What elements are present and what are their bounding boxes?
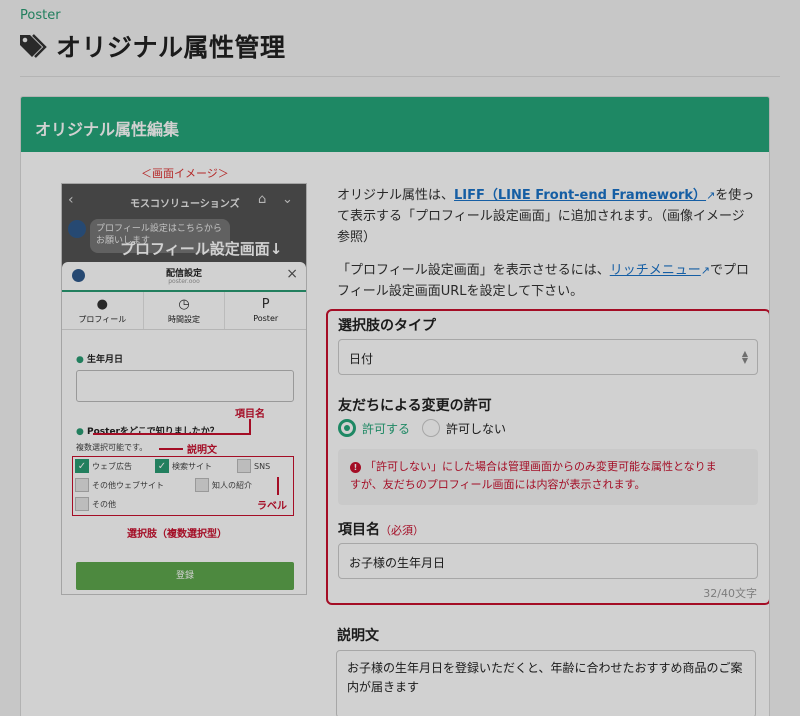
- intro-text: オリジナル属性は、: [337, 188, 455, 203]
- question-label-text: Posterをどこで知りましたか？: [87, 427, 219, 437]
- option-label: 検索サイト: [172, 461, 212, 471]
- notice-text: すが、友だちのプロフィール画面には内容が表示されます。: [350, 478, 646, 491]
- option-item: 知人の紹介: [195, 478, 252, 492]
- back-icon: ‹: [68, 192, 74, 208]
- checkbox-icon: [237, 459, 251, 473]
- annotation-item-name: 項目名: [235, 409, 265, 420]
- intro-text: 「プロフィール設定画面」を表示させるには、: [337, 263, 610, 278]
- preview-tabs: ● プロフィール ◷ 時間設定 P Poster: [62, 292, 306, 330]
- option-label: SNS: [254, 461, 271, 471]
- select-arrows-icon: ▲ ▼: [741, 349, 748, 365]
- birthday-label: ● 生年月日: [76, 355, 124, 365]
- external-link-icon: ↗: [700, 264, 710, 277]
- poster-logo-icon: P: [261, 297, 270, 312]
- option-label: 知人の紹介: [212, 480, 252, 490]
- annotation-line: [159, 448, 183, 450]
- radio-deny-label[interactable]: 許可しない: [446, 420, 506, 437]
- tab-poster: P Poster: [225, 292, 306, 329]
- item-name-label: 項目名（必須）: [338, 519, 424, 539]
- permission-label: 友だちによる変更の許可: [338, 398, 492, 414]
- permission-notice: ! 「許可しない」にした場合は管理画面からのみ変更可能な属性となりま すが、友だち…: [338, 449, 758, 505]
- clock-icon: ◷: [178, 297, 190, 312]
- overlay-caption: プロフィール設定画面↓: [120, 240, 283, 258]
- annotation-label: ラベル: [257, 501, 287, 512]
- tab-label: Poster: [253, 314, 279, 323]
- option-item: その他: [75, 497, 116, 511]
- radio-allow-label[interactable]: 許可する: [362, 420, 410, 437]
- chevron-down-icon: ⌄: [282, 192, 293, 207]
- option-item: ✓ ウェブ広告: [75, 459, 132, 473]
- chat-title: モスコソリューションズ: [130, 199, 240, 210]
- checkbox-icon: [75, 478, 89, 492]
- tab-profile: ● プロフィール: [62, 292, 144, 329]
- close-icon: ×: [286, 266, 298, 282]
- intro-paragraph: オリジナル属性は、LIFF（LINE Front-end Framework）↗…: [337, 185, 757, 248]
- tag-icon: [20, 34, 47, 58]
- option-label: ウェブ広告: [92, 461, 132, 471]
- checkbox-icon: [195, 478, 209, 492]
- radio-deny[interactable]: [422, 419, 441, 437]
- birthday-label-text: 生年月日: [87, 355, 124, 365]
- app-label: Poster: [20, 8, 61, 23]
- annotation-line: [93, 433, 251, 435]
- intro-paragraph-2: 「プロフィール設定画面」を表示させるには、リッチメニュー↗でプロフィール設定画面…: [337, 260, 757, 302]
- description-label: 説明文: [337, 628, 379, 644]
- option-item: SNS: [237, 459, 270, 473]
- phone-chat-area: ‹ モスコソリューションズ ⌂ ⌄ プロフィール設定はこちらから お願いします …: [62, 184, 306, 272]
- option-label: その他ウェブサイト: [92, 480, 164, 490]
- card-header: オリジナル属性編集: [21, 97, 769, 152]
- tab-label: プロフィール: [78, 315, 127, 324]
- required-marker: （必須）: [380, 524, 424, 537]
- birthday-input: [76, 370, 294, 402]
- person-icon: ●: [96, 297, 108, 312]
- preview-register-button: 登録: [76, 562, 294, 590]
- option-item: その他ウェブサイト: [75, 478, 164, 492]
- annotation-line: [249, 419, 251, 434]
- option-item: ✓ 検索サイト: [155, 459, 212, 473]
- choice-type-value: 日付: [349, 352, 374, 366]
- annotation-choices: 選択肢（複数選択型）: [127, 529, 227, 540]
- external-link-icon: ↗: [706, 189, 716, 202]
- alert-icon: !: [350, 462, 361, 473]
- choice-type-label: 選択肢のタイプ: [338, 318, 436, 334]
- liff-link[interactable]: LIFF（LINE Front-end Framework）: [454, 188, 706, 203]
- edit-card: オリジナル属性編集 ＜画面イメージ＞ ‹ モスコソリューションズ ⌂ ⌄ プロフ…: [20, 96, 770, 716]
- page-title: オリジナル属性管理: [56, 33, 286, 62]
- item-name-label-text: 項目名: [338, 522, 380, 538]
- checkbox-checked-icon: ✓: [155, 459, 169, 473]
- char-counter: 32/40文字: [703, 587, 757, 600]
- sheet-subtitle: poster.ooo: [168, 278, 200, 285]
- choice-type-select[interactable]: 日付 ▲ ▼: [338, 339, 758, 375]
- question-label: ● Posterをどこで知りましたか？: [76, 427, 219, 437]
- checkbox-icon: [75, 497, 89, 511]
- item-name-input[interactable]: お子様の生年月日: [338, 543, 758, 579]
- tab-label: 時間設定: [168, 315, 200, 324]
- sheet-header: 配信設定 poster.ooo ×: [62, 262, 306, 292]
- annotation-description: 説明文: [187, 445, 217, 456]
- radio-allow[interactable]: [338, 419, 356, 437]
- preview-caption: ＜画面イメージ＞: [141, 167, 229, 180]
- title-divider: [20, 76, 780, 77]
- notice-text: 「許可しない」にした場合は管理画面からのみ変更可能な属性となりま: [365, 460, 717, 473]
- option-label: その他: [92, 499, 116, 509]
- rich-menu-link[interactable]: リッチメニュー: [610, 263, 701, 278]
- question-description: 複数選択可能です。: [76, 443, 148, 452]
- annotation-line: [277, 477, 279, 495]
- page-title-wrap: オリジナル属性管理: [18, 28, 286, 64]
- permission-radio-group: 許可する 許可しない: [338, 419, 506, 437]
- highlighted-form-section: 選択肢のタイプ 日付 ▲ ▼ 友だちによる変更の許可 許可する 許可しない ! 「許…: [326, 309, 769, 605]
- description-textarea[interactable]: お子様の生年月日を登録いただくと、年齢に合わせたおすすめ商品のご案内が届きます: [336, 650, 756, 716]
- avatar: [68, 220, 86, 238]
- tab-time: ◷ 時間設定: [144, 292, 226, 329]
- checkbox-checked-icon: ✓: [75, 459, 89, 473]
- home-icon: ⌂: [258, 192, 267, 207]
